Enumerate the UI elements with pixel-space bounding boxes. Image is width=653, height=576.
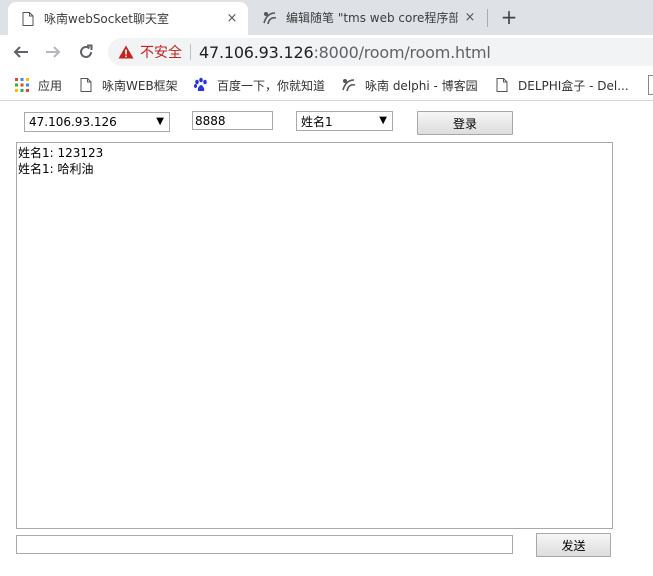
close-tab-icon[interactable]: × [462, 10, 478, 26]
cnblogs-icon [262, 10, 278, 26]
bookmarks-bar: 应用 咏南WEB框架 百度一下，你就知道 咏南 delphi - 博客园 DEL… [0, 69, 653, 101]
page-icon [78, 77, 94, 93]
server-select-value: 47.106.93.126 [29, 115, 117, 129]
tab-chatroom[interactable]: 咏南webSocket聊天室 × [8, 2, 248, 35]
tab-edit-post[interactable]: 编辑随笔 "tms web core程序部 × [250, 0, 486, 35]
port-input[interactable]: 8888 [192, 111, 273, 130]
reload-icon [80, 44, 93, 58]
name-select[interactable]: 姓名1 ▼ [296, 111, 393, 131]
close-tab-icon[interactable]: × [224, 11, 240, 27]
new-tab-button[interactable]: + [498, 5, 520, 29]
omnibox-divider [190, 44, 191, 60]
back-button[interactable] [9, 40, 33, 64]
page-icon [494, 77, 510, 93]
bookmark-delphi-box[interactable]: DELPHI盒子 - Del... [494, 76, 629, 94]
url-host: 47.106.93.126 [199, 42, 314, 62]
bookmark-label: DELPHI盒子 - Del... [518, 78, 629, 93]
bookmark-label: 百度一下，你就知道 [217, 78, 326, 93]
dropdown-arrow-icon: ▼ [156, 116, 164, 127]
address-bar[interactable]: 不安全 47.106.93.126:8000/room/room.html [108, 38, 653, 66]
security-status-label[interactable]: 不安全 [140, 42, 182, 62]
page-icon [20, 11, 36, 27]
url-text[interactable]: 47.106.93.126:8000/room/room.html [199, 43, 491, 62]
tab-title: 编辑随笔 "tms web core程序部 [286, 11, 458, 25]
bookmark-label: 咏南 delphi - 博客园 [365, 78, 478, 93]
send-button[interactable]: 发送 [536, 533, 611, 557]
bookmark-cnblogs[interactable]: 咏南 delphi - 博客园 [341, 76, 478, 94]
bookmark-baidu[interactable]: 百度一下，你就知道 [193, 76, 325, 94]
message-input[interactable] [16, 535, 513, 554]
reload-button[interactable] [74, 40, 98, 64]
tab-strip: 咏南webSocket聊天室 × 编辑随笔 "tms web core程序部 ×… [0, 0, 653, 35]
back-arrow-icon [13, 46, 28, 58]
chat-log[interactable]: 姓名1: 123123 姓名1: 哈利油 [16, 142, 613, 529]
bookmark-apps[interactable]: 应用 [14, 76, 62, 94]
bookmark-label: 应用 [38, 78, 63, 93]
tab-separator [487, 9, 488, 27]
cnblogs-icon [341, 77, 357, 93]
bookmark-yongnan-web[interactable]: 咏南WEB框架 [78, 76, 178, 94]
browser-toolbar: 不安全 47.106.93.126:8000/room/room.html [0, 35, 653, 69]
chat-message: 姓名1: 哈利油 [18, 162, 94, 176]
apps-grid-icon [14, 77, 30, 93]
bookmarks-overflow-edge [648, 75, 653, 95]
baidu-paw-icon [193, 77, 209, 93]
tab-title: 咏南webSocket聊天室 [44, 12, 169, 26]
name-select-value: 姓名1 [301, 114, 333, 129]
forward-arrow-icon [46, 46, 61, 58]
url-path: :8000/room/room.html [313, 42, 491, 62]
chat-message: 姓名1: 123123 [18, 146, 104, 160]
dropdown-arrow-icon: ▼ [379, 115, 387, 126]
login-button[interactable]: 登录 [417, 111, 513, 135]
forward-button[interactable] [41, 40, 65, 64]
server-select[interactable]: 47.106.93.126 ▼ [24, 112, 170, 132]
page-content: 47.106.93.126 ▼ 8888 姓名1 ▼ 登录 姓名1: 12312… [0, 102, 653, 576]
warning-triangle-icon[interactable] [118, 44, 134, 60]
bookmark-label: 咏南WEB框架 [102, 78, 178, 93]
